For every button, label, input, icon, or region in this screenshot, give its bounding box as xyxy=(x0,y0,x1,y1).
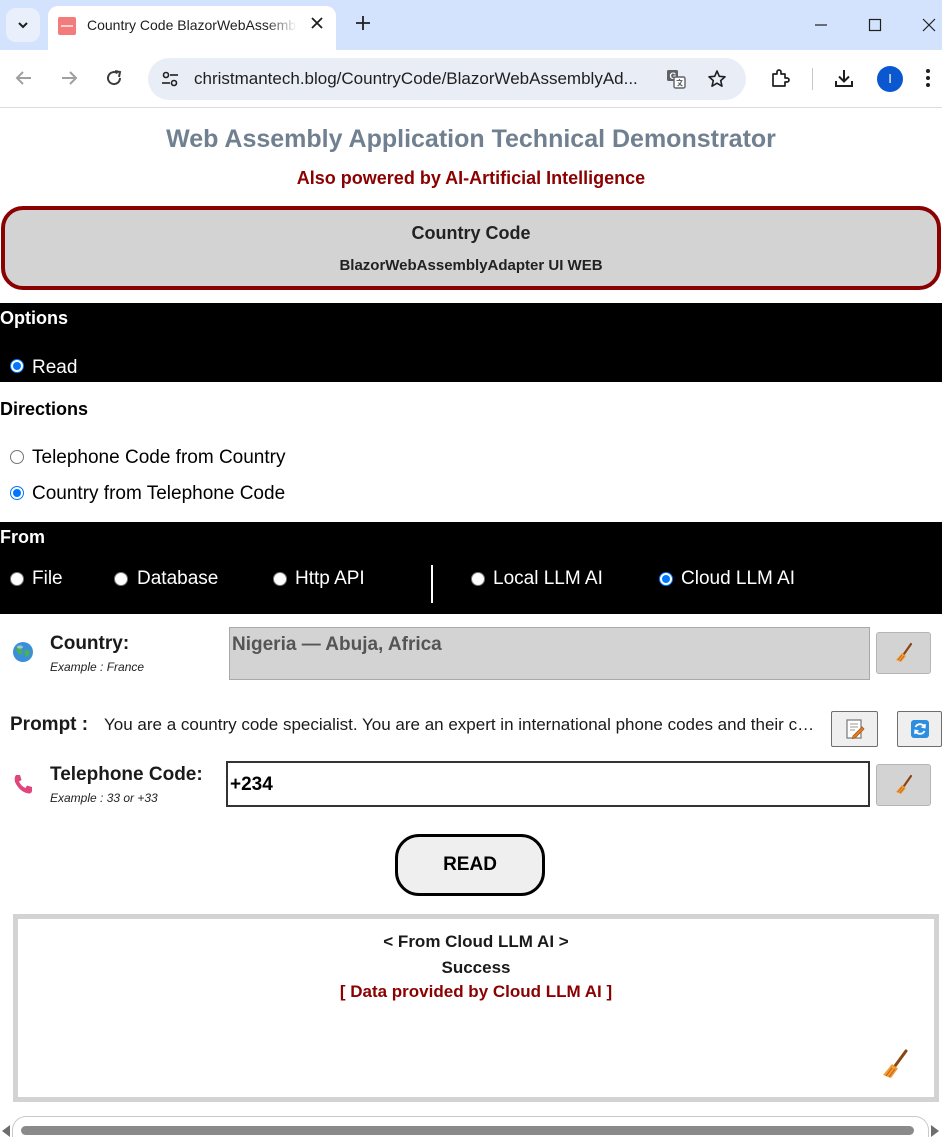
site-info-button[interactable] xyxy=(158,67,182,91)
radio-country-from-telephone-label[interactable]: Country from Telephone Code xyxy=(32,483,285,505)
arrow-right-icon xyxy=(62,71,78,85)
clear-country-button[interactable] xyxy=(876,632,931,674)
download-icon xyxy=(835,70,853,87)
telephone-field[interactable]: +234 xyxy=(226,761,870,807)
translate-icon: G xyxy=(667,70,686,89)
country-example: Example : France xyxy=(50,660,145,674)
broom-icon xyxy=(895,774,912,794)
result-status: Success xyxy=(441,958,511,977)
tab-strip: Country Code BlazorWebAssemblyAdapter UI… xyxy=(0,0,942,50)
chevron-down-icon xyxy=(18,22,28,29)
phone-icon xyxy=(14,775,32,794)
close-icon xyxy=(311,17,323,29)
clear-result-button[interactable] xyxy=(880,1049,910,1081)
prompt-text: You are a country code specialist. You a… xyxy=(104,715,818,734)
radio-http-api[interactable] xyxy=(273,572,287,586)
radio-database-label[interactable]: Database xyxy=(137,568,218,590)
close-window-button[interactable] xyxy=(916,12,942,38)
page-subtitle: Also powered by AI-Artificial Intelligen… xyxy=(296,168,646,188)
result-note: [ Data provided by Cloud LLM AI ] xyxy=(339,982,613,1001)
from-divider xyxy=(431,565,433,603)
refresh-prompt-button[interactable] xyxy=(897,711,942,747)
minimize-button[interactable] xyxy=(808,12,834,38)
translate-button[interactable]: G xyxy=(664,67,688,91)
plus-icon xyxy=(356,16,370,30)
maximize-icon xyxy=(868,18,882,32)
prompt-label: Prompt : xyxy=(10,714,89,735)
radio-http-api-label[interactable]: Http API xyxy=(295,568,365,590)
banner-title: Country Code xyxy=(411,223,531,243)
clear-telephone-button[interactable] xyxy=(876,764,931,806)
browser-menu-button[interactable] xyxy=(918,64,938,92)
radio-telephone-from-country-label[interactable]: Telephone Code from Country xyxy=(32,447,285,469)
tune-icon xyxy=(162,71,178,87)
star-icon xyxy=(708,70,726,87)
close-tab-button[interactable] xyxy=(306,14,328,36)
result-panel: < From Cloud LLM AI > Success [ Data pro… xyxy=(13,914,939,1102)
reload-button[interactable] xyxy=(100,64,128,92)
more-vertical-icon xyxy=(926,69,930,87)
scroll-right-arrow[interactable] xyxy=(931,1125,939,1137)
broom-icon xyxy=(895,642,912,662)
options-section: Options Read xyxy=(0,303,942,382)
globe-icon xyxy=(13,642,33,662)
new-tab-button[interactable] xyxy=(350,12,376,38)
from-heading: From xyxy=(0,527,45,547)
radio-local-llm-ai[interactable] xyxy=(471,572,485,586)
minimize-icon xyxy=(815,24,827,26)
telephone-example: Example : 33 or +33 xyxy=(50,791,158,805)
back-button[interactable] xyxy=(10,64,38,92)
radio-cloud-llm-ai-label[interactable]: Cloud LLM AI xyxy=(681,568,795,590)
profile-avatar[interactable]: I xyxy=(877,66,903,92)
horizontal-scrollbar[interactable] xyxy=(12,1116,929,1137)
arrow-left-icon xyxy=(15,71,31,85)
scroll-left-arrow[interactable] xyxy=(2,1125,10,1137)
app-banner: Country Code BlazorWebAssemblyAdapter UI… xyxy=(1,206,941,290)
country-label: Country: xyxy=(50,633,130,654)
radio-read-label[interactable]: Read xyxy=(32,357,77,379)
from-section: From File Database Http API Local LLM AI… xyxy=(0,522,942,614)
favicon-icon xyxy=(58,17,76,35)
radio-file[interactable] xyxy=(10,572,24,586)
radio-local-llm-ai-label[interactable]: Local LLM AI xyxy=(493,568,603,590)
telephone-label: Telephone Code: xyxy=(50,764,203,785)
country-field[interactable]: Nigeria — Abuja, Africa xyxy=(229,627,870,680)
result-source: < From Cloud LLM AI > xyxy=(383,932,569,951)
toolbar-divider xyxy=(812,68,813,90)
address-bar[interactable]: christmantech.blog/CountryCode/BlazorWeb… xyxy=(148,58,746,100)
url-text[interactable]: christmantech.blog/CountryCode/BlazorWeb… xyxy=(194,69,654,89)
radio-file-label[interactable]: File xyxy=(32,568,63,590)
puzzle-icon xyxy=(772,69,790,87)
directions-heading: Directions xyxy=(0,399,89,419)
radio-country-from-telephone[interactable] xyxy=(10,486,24,500)
downloads-button[interactable] xyxy=(830,64,858,92)
radio-telephone-from-country[interactable] xyxy=(10,450,24,464)
close-icon xyxy=(922,18,936,32)
tab-search-button[interactable] xyxy=(6,8,40,42)
page-title: Web Assembly Application Technical Demon… xyxy=(166,125,776,153)
page-content: Web Assembly Application Technical Demon… xyxy=(0,108,942,1137)
extensions-button[interactable] xyxy=(766,64,794,92)
active-tab[interactable]: Country Code BlazorWebAssemblyAdapter UI… xyxy=(48,6,336,50)
edit-prompt-button[interactable] xyxy=(831,711,878,747)
forward-button[interactable] xyxy=(55,64,83,92)
edit-note-icon xyxy=(845,719,865,740)
radio-database[interactable] xyxy=(114,572,128,586)
radio-cloud-llm-ai[interactable] xyxy=(659,572,673,586)
maximize-button[interactable] xyxy=(862,12,888,38)
browser-toolbar: christmantech.blog/CountryCode/BlazorWeb… xyxy=(0,50,942,108)
scrollbar-thumb[interactable] xyxy=(21,1126,914,1135)
reload-icon xyxy=(107,70,122,86)
read-button[interactable]: READ xyxy=(395,834,545,896)
radio-read[interactable] xyxy=(10,359,24,373)
refresh-icon xyxy=(910,720,929,738)
banner-subtitle: BlazorWebAssemblyAdapter UI WEB xyxy=(339,257,603,274)
bookmark-button[interactable] xyxy=(705,67,729,91)
tab-title: Country Code BlazorWebAssemblyAdapter UI… xyxy=(87,17,297,33)
options-heading: Options xyxy=(0,308,68,328)
